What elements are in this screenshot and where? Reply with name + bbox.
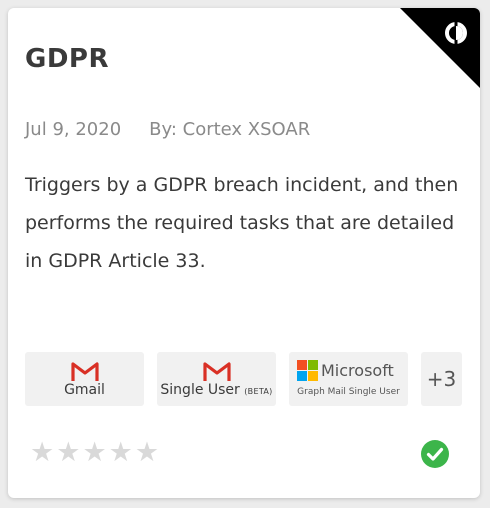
- beta-badge: (BETA): [244, 387, 273, 396]
- more-integrations-button[interactable]: +3: [421, 352, 462, 406]
- card-corner-ribbon: [400, 8, 480, 88]
- microsoft-brand: Microsoft: [297, 360, 394, 382]
- microsoft-wordmark: Microsoft: [321, 361, 394, 380]
- gmail-icon: [202, 362, 231, 381]
- card-meta: Jul 9, 2020 By: Cortex XSOAR: [25, 119, 310, 140]
- star-icon[interactable]: ★: [109, 438, 133, 468]
- gmail-icon: [70, 362, 99, 381]
- star-icon[interactable]: ★: [135, 438, 159, 468]
- pack-card[interactable]: GDPR Jul 9, 2020 By: Cortex XSOAR Trigger…: [8, 8, 480, 498]
- star-icon[interactable]: ★: [30, 438, 54, 468]
- published-date: Jul 9, 2020: [25, 119, 122, 140]
- star-icon[interactable]: ★: [82, 438, 106, 468]
- star-icon[interactable]: ★: [56, 438, 80, 468]
- integration-gmail[interactable]: Gmail: [25, 352, 144, 406]
- integration-microsoft-graph-mail[interactable]: Microsoft Graph Mail Single User: [289, 352, 408, 406]
- integration-label: Single User (BETA): [157, 382, 276, 398]
- card-description: Triggers by a GDPR breach incident, and …: [25, 174, 459, 272]
- card-title[interactable]: GDPR: [25, 44, 109, 74]
- single-user-label: Single User: [160, 382, 240, 398]
- integration-label: Gmail: [64, 382, 105, 398]
- xsoar-logo-icon: [445, 22, 467, 44]
- integration-gmail-single-user[interactable]: Single User (BETA): [157, 352, 276, 406]
- author-label: By: Cortex XSOAR: [149, 119, 311, 140]
- star-rating[interactable]: ★★★★★: [30, 438, 161, 468]
- check-circle-icon: [421, 440, 449, 468]
- microsoft-icon: [297, 360, 318, 381]
- integration-label: Graph Mail Single User: [297, 387, 400, 397]
